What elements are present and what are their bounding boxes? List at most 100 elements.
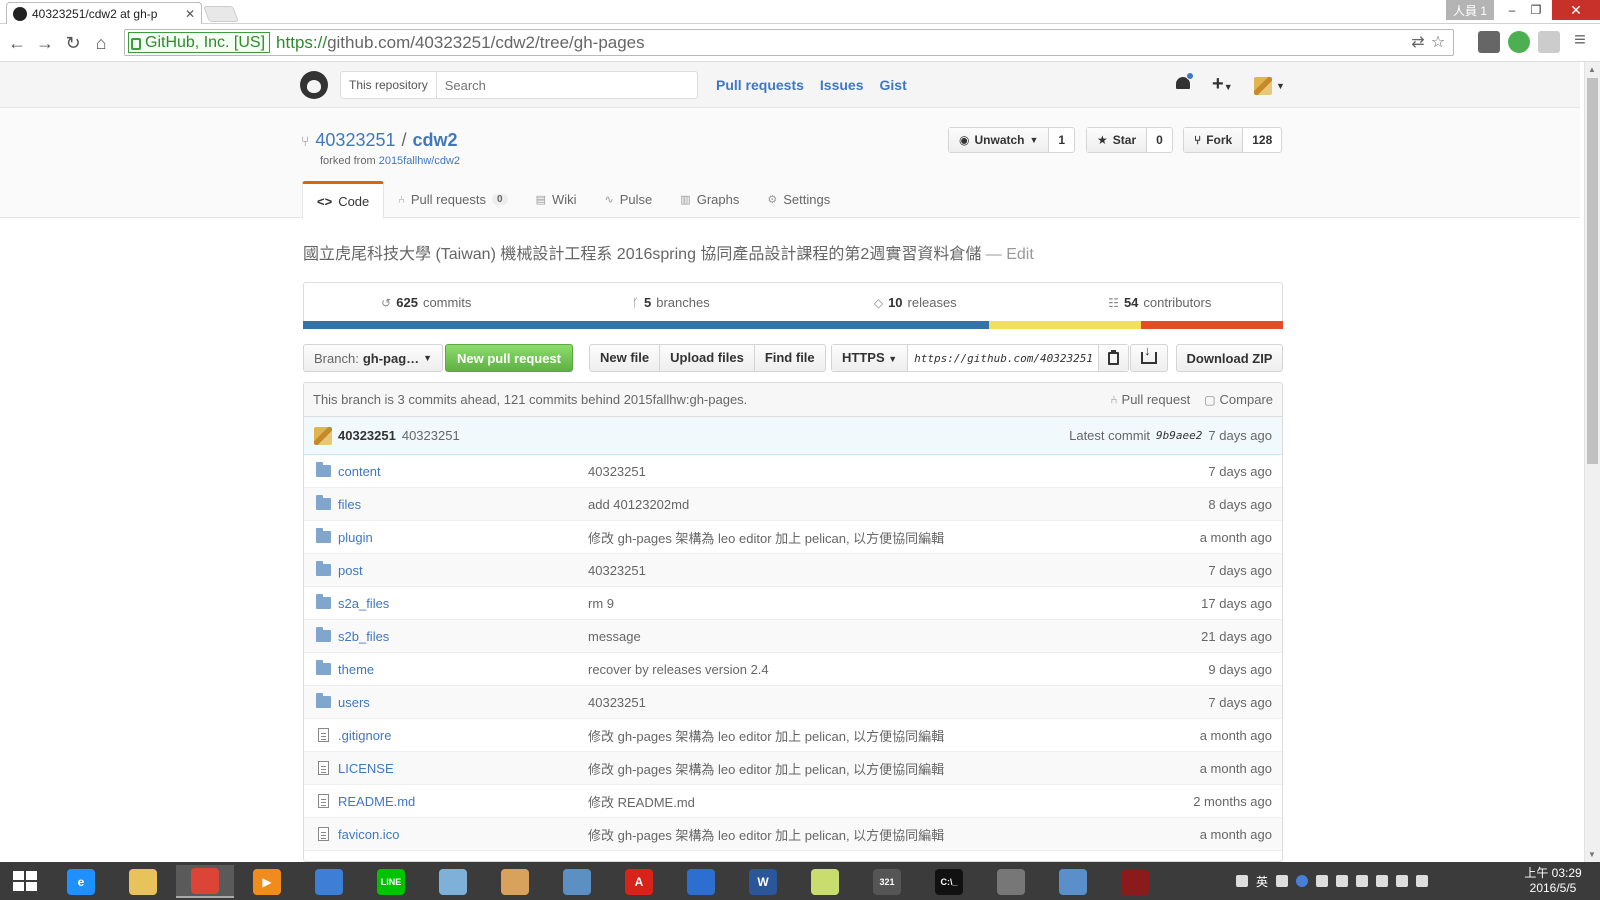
avatar[interactable] — [314, 426, 332, 445]
minimize-button[interactable]: – — [1500, 0, 1524, 20]
file-name-link[interactable]: LICENSE — [338, 761, 588, 776]
file-name-link[interactable]: s2b_files — [338, 629, 588, 644]
repo-owner-link[interactable]: 40323251 — [315, 130, 395, 151]
file-name-link[interactable]: files — [338, 497, 588, 512]
download-extension-icon[interactable] — [1478, 31, 1500, 53]
unwatch-button[interactable]: ◉ Unwatch ▼ — [949, 128, 1050, 152]
find-file-button[interactable]: Find file — [755, 345, 825, 371]
tray-overflow-icon[interactable] — [1316, 875, 1329, 887]
scrollbar-thumb[interactable] — [1587, 78, 1598, 464]
file-name-link[interactable]: post — [338, 563, 588, 578]
bird-app-icon[interactable] — [300, 865, 358, 898]
media-player-icon[interactable]: ▶ — [238, 865, 296, 898]
windows-flag-icon[interactable] — [1356, 875, 1369, 887]
header-nav-gist[interactable]: Gist — [880, 77, 907, 93]
repo-name-link[interactable]: cdw2 — [413, 130, 458, 151]
paint-icon[interactable] — [486, 865, 544, 898]
bookmark-star-icon[interactable]: ☆ — [1428, 32, 1448, 52]
input-method-indicator[interactable]: 英 — [1256, 873, 1268, 890]
user-menu[interactable]: ▼ — [1254, 77, 1285, 95]
tab-close-icon[interactable]: ✕ — [185, 7, 195, 21]
sticky-notes-icon[interactable] — [796, 865, 854, 898]
network-icon[interactable] — [1336, 875, 1349, 887]
file-commit-message-link[interactable]: 修改 gh-pages 架構為 leo editor 加上 pelican, 以… — [588, 726, 1152, 745]
file-commit-message-link[interactable]: add 40123202md — [588, 497, 1152, 512]
file-commit-message-link[interactable]: 修改 gh-pages 架構為 leo editor 加上 pelican, 以… — [588, 825, 1152, 844]
open-in-desktop-button[interactable] — [1130, 343, 1168, 372]
tab-graphs[interactable]: ▥ Graphs — [666, 181, 753, 218]
compare-link[interactable]: ▢ Compare — [1204, 392, 1273, 407]
watchers-count[interactable]: 1 — [1049, 128, 1074, 152]
tab-pulse[interactable]: ∿ Pulse — [591, 181, 667, 218]
file-commit-message-link[interactable]: 40323251 — [588, 563, 1152, 578]
sphere-app-icon[interactable] — [982, 865, 1040, 898]
github-logo-icon[interactable] — [300, 71, 328, 99]
stargazers-count[interactable]: 0 — [1147, 128, 1172, 152]
commit-sha-link[interactable]: 9b9aee2 — [1156, 429, 1202, 442]
chrome-menu-icon[interactable]: ≡ — [1570, 29, 1590, 52]
file-name-link[interactable]: theme — [338, 662, 588, 677]
download-zip-button[interactable]: Download ZIP — [1176, 344, 1283, 372]
tab-wiki[interactable]: ▤ Wiki — [522, 181, 591, 218]
file-explorer-icon[interactable] — [114, 865, 172, 898]
cmd-icon[interactable]: C:\_ — [920, 865, 978, 898]
upload-files-button[interactable]: Upload files — [660, 345, 755, 371]
file-commit-message-link[interactable]: rm 9 — [588, 596, 1152, 611]
tab-settings[interactable]: ⚙ Settings — [753, 181, 844, 218]
game-app-icon[interactable] — [1106, 865, 1164, 898]
file-commit-message-link[interactable]: 修改 README.md — [588, 792, 1152, 811]
file-commit-message-link[interactable]: 修改 gh-pages 架構為 leo editor 加上 pelican, 以… — [588, 759, 1152, 778]
language-segment[interactable] — [1140, 321, 1283, 329]
file-name-link[interactable]: users — [338, 695, 588, 710]
header-nav-pull-requests[interactable]: Pull requests — [716, 77, 804, 93]
translate-icon[interactable]: ⇄ — [1408, 32, 1428, 52]
clone-url-input[interactable] — [908, 345, 1099, 371]
language-segment[interactable] — [989, 321, 1141, 329]
tray-keyboard-icon[interactable] — [1276, 875, 1289, 887]
star-button[interactable]: ★ Star — [1087, 128, 1148, 152]
commit-author[interactable]: 40323251 — [338, 428, 396, 443]
reload-button[interactable]: ↻ — [62, 33, 84, 53]
file-commit-message-link[interactable]: 40323251 — [588, 695, 1152, 710]
edit-description-link[interactable]: — Edit — [986, 246, 1034, 263]
volume-icon[interactable] — [1376, 875, 1389, 887]
forks-count[interactable]: 128 — [1243, 128, 1281, 152]
file-name-link[interactable]: favicon.ico — [338, 827, 588, 842]
help-icon[interactable] — [1296, 875, 1309, 887]
windows-start-icon[interactable] — [8, 869, 42, 893]
notes-app-icon[interactable] — [424, 865, 482, 898]
profile-badge[interactable]: 人員 1 — [1446, 0, 1494, 20]
signal-icon[interactable] — [1396, 875, 1409, 887]
protocol-select-button[interactable]: HTTPS ▼ — [832, 345, 909, 371]
search-input[interactable] — [436, 72, 697, 98]
language-bar[interactable] — [303, 321, 1283, 329]
ie-icon[interactable]: e — [52, 865, 110, 898]
file-name-link[interactable]: .gitignore — [338, 728, 588, 743]
file-name-link[interactable]: plugin — [338, 530, 588, 545]
file-commit-message-link[interactable]: message — [588, 629, 1152, 644]
new-file-button[interactable]: New file — [590, 345, 661, 371]
maximize-button[interactable]: ❐ — [1524, 0, 1548, 20]
fork-button[interactable]: ⑂ Fork — [1184, 128, 1244, 152]
calculator-icon[interactable] — [548, 865, 606, 898]
python-icon[interactable] — [1044, 865, 1102, 898]
tab-code[interactable]: <> Code — [302, 181, 385, 219]
forward-button[interactable]: → — [34, 33, 56, 53]
commit-message-link[interactable]: 40323251 — [402, 428, 460, 443]
battery-icon[interactable] — [1416, 875, 1429, 887]
file-commit-message-link[interactable]: 修改 gh-pages 架構為 leo editor 加上 pelican, 以… — [588, 528, 1152, 547]
forked-from-link[interactable]: 2015fallhw/cdw2 — [379, 155, 460, 167]
page-scrollbar[interactable]: ▲ ▼ — [1584, 62, 1600, 862]
file-name-link[interactable]: README.md — [338, 794, 588, 809]
line-icon[interactable]: LINE — [362, 865, 420, 898]
share-extension-icon[interactable] — [1538, 31, 1560, 53]
copy-clone-url-button[interactable] — [1098, 345, 1129, 371]
system-clock[interactable]: 上午 03:29 2016/5/5 — [1518, 866, 1588, 896]
green-extension-icon[interactable] — [1508, 31, 1530, 53]
pull-request-link[interactable]: ⑃ Pull request — [1110, 392, 1190, 407]
scroll-up-icon[interactable]: ▲ — [1588, 65, 1596, 74]
language-segment[interactable] — [303, 321, 989, 329]
address-bar[interactable]: GitHub, Inc. [US] https:// github.com/40… — [124, 29, 1454, 56]
header-nav-issues[interactable]: Issues — [820, 77, 864, 93]
new-pull-request-button[interactable]: New pull request — [445, 344, 573, 372]
